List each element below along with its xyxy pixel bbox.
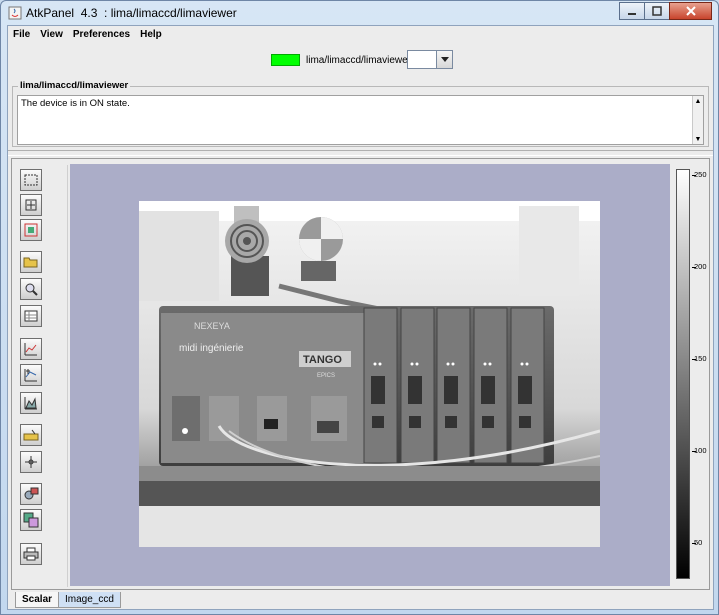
menu-bar: File View Preferences Help bbox=[8, 26, 713, 43]
device-header: lima/limaccd/limaviewer bbox=[8, 43, 713, 79]
roi-icon[interactable] bbox=[20, 219, 42, 241]
device-combo-box[interactable] bbox=[407, 50, 453, 69]
client-area: File View Preferences Help lima/limaccd/… bbox=[7, 25, 714, 610]
colorbar-gradient bbox=[676, 169, 690, 579]
window-title: AtkPanel 4.3 : lima/limaccd/limaviewer bbox=[26, 6, 237, 20]
panel-splitter[interactable] bbox=[8, 150, 713, 156]
status-message: The device is in ON state. bbox=[21, 98, 130, 109]
device-name-label: lima/limaccd/limaviewer bbox=[306, 55, 412, 66]
minimize-icon[interactable] bbox=[619, 2, 645, 20]
crosshair-icon[interactable] bbox=[20, 194, 42, 216]
status-text-area[interactable]: The device is in ON state. ▲ ▼ bbox=[17, 95, 704, 145]
multi-profile-icon[interactable] bbox=[20, 364, 42, 386]
status-scrollbar[interactable]: ▲ ▼ bbox=[692, 96, 703, 144]
image-viewer-panel: NEXEYA midi ingénierie TANGO EPICS 250 2… bbox=[11, 158, 710, 590]
colorbar-label-150: 150 bbox=[694, 354, 707, 363]
ruler-icon[interactable] bbox=[20, 424, 42, 446]
svg-text:EPICS: EPICS bbox=[317, 373, 335, 379]
table-view-icon[interactable] bbox=[20, 305, 42, 327]
chevron-down-icon[interactable] bbox=[436, 51, 452, 68]
scroll-down-icon[interactable]: ▼ bbox=[693, 134, 703, 144]
selection-rect-icon[interactable] bbox=[20, 169, 42, 191]
menu-file[interactable]: File bbox=[8, 29, 35, 40]
java-app-icon bbox=[8, 6, 22, 20]
ccd-image[interactable]: NEXEYA midi ingénierie TANGO EPICS bbox=[139, 201, 600, 547]
scroll-up-icon[interactable]: ▲ bbox=[693, 96, 703, 106]
cursor-icon[interactable] bbox=[20, 451, 42, 473]
zoom-icon[interactable] bbox=[20, 278, 42, 300]
svg-text:TANGO: TANGO bbox=[303, 354, 342, 366]
colorbar-label-250: 250 bbox=[694, 170, 707, 179]
atkpanel-window: AtkPanel 4.3 : lima/limaccd/limaviewer F… bbox=[0, 0, 719, 615]
colorbar: 250 200 150 100 50 bbox=[674, 164, 708, 586]
snapshot-icon[interactable] bbox=[20, 509, 42, 531]
line-profile-icon[interactable] bbox=[20, 338, 42, 360]
svg-text:NEXEYA: NEXEYA bbox=[194, 321, 230, 331]
colorbar-label-200: 200 bbox=[694, 262, 707, 271]
title-bar[interactable]: AtkPanel 4.3 : lima/limaccd/limaviewer bbox=[1, 1, 718, 25]
histogram-icon[interactable] bbox=[20, 392, 42, 414]
menu-help[interactable]: Help bbox=[135, 29, 167, 40]
menu-preferences[interactable]: Preferences bbox=[68, 29, 135, 40]
menu-view[interactable]: View bbox=[35, 29, 68, 40]
bottom-tab-bar: Scalar Image_ccd bbox=[11, 592, 710, 609]
viewer-toolbar bbox=[16, 165, 68, 587]
status-group: lima/limaccd/limaviewer The device is in… bbox=[12, 80, 709, 147]
print-icon[interactable] bbox=[20, 543, 42, 565]
maximize-icon[interactable] bbox=[644, 2, 670, 20]
colorbar-label-50: 50 bbox=[694, 538, 703, 547]
close-icon[interactable] bbox=[669, 2, 712, 20]
status-legend: lima/limaccd/limaviewer bbox=[18, 80, 131, 91]
device-state-indicator bbox=[271, 54, 300, 66]
tab-image-ccd[interactable]: Image_ccd bbox=[58, 592, 121, 608]
tab-scalar[interactable]: Scalar bbox=[15, 592, 60, 608]
settings-icon[interactable] bbox=[20, 483, 42, 505]
svg-text:midi ingénierie: midi ingénierie bbox=[179, 343, 244, 354]
open-file-icon[interactable] bbox=[20, 251, 42, 273]
colorbar-label-100: 100 bbox=[694, 446, 707, 455]
image-canvas[interactable]: NEXEYA midi ingénierie TANGO EPICS bbox=[70, 164, 670, 586]
